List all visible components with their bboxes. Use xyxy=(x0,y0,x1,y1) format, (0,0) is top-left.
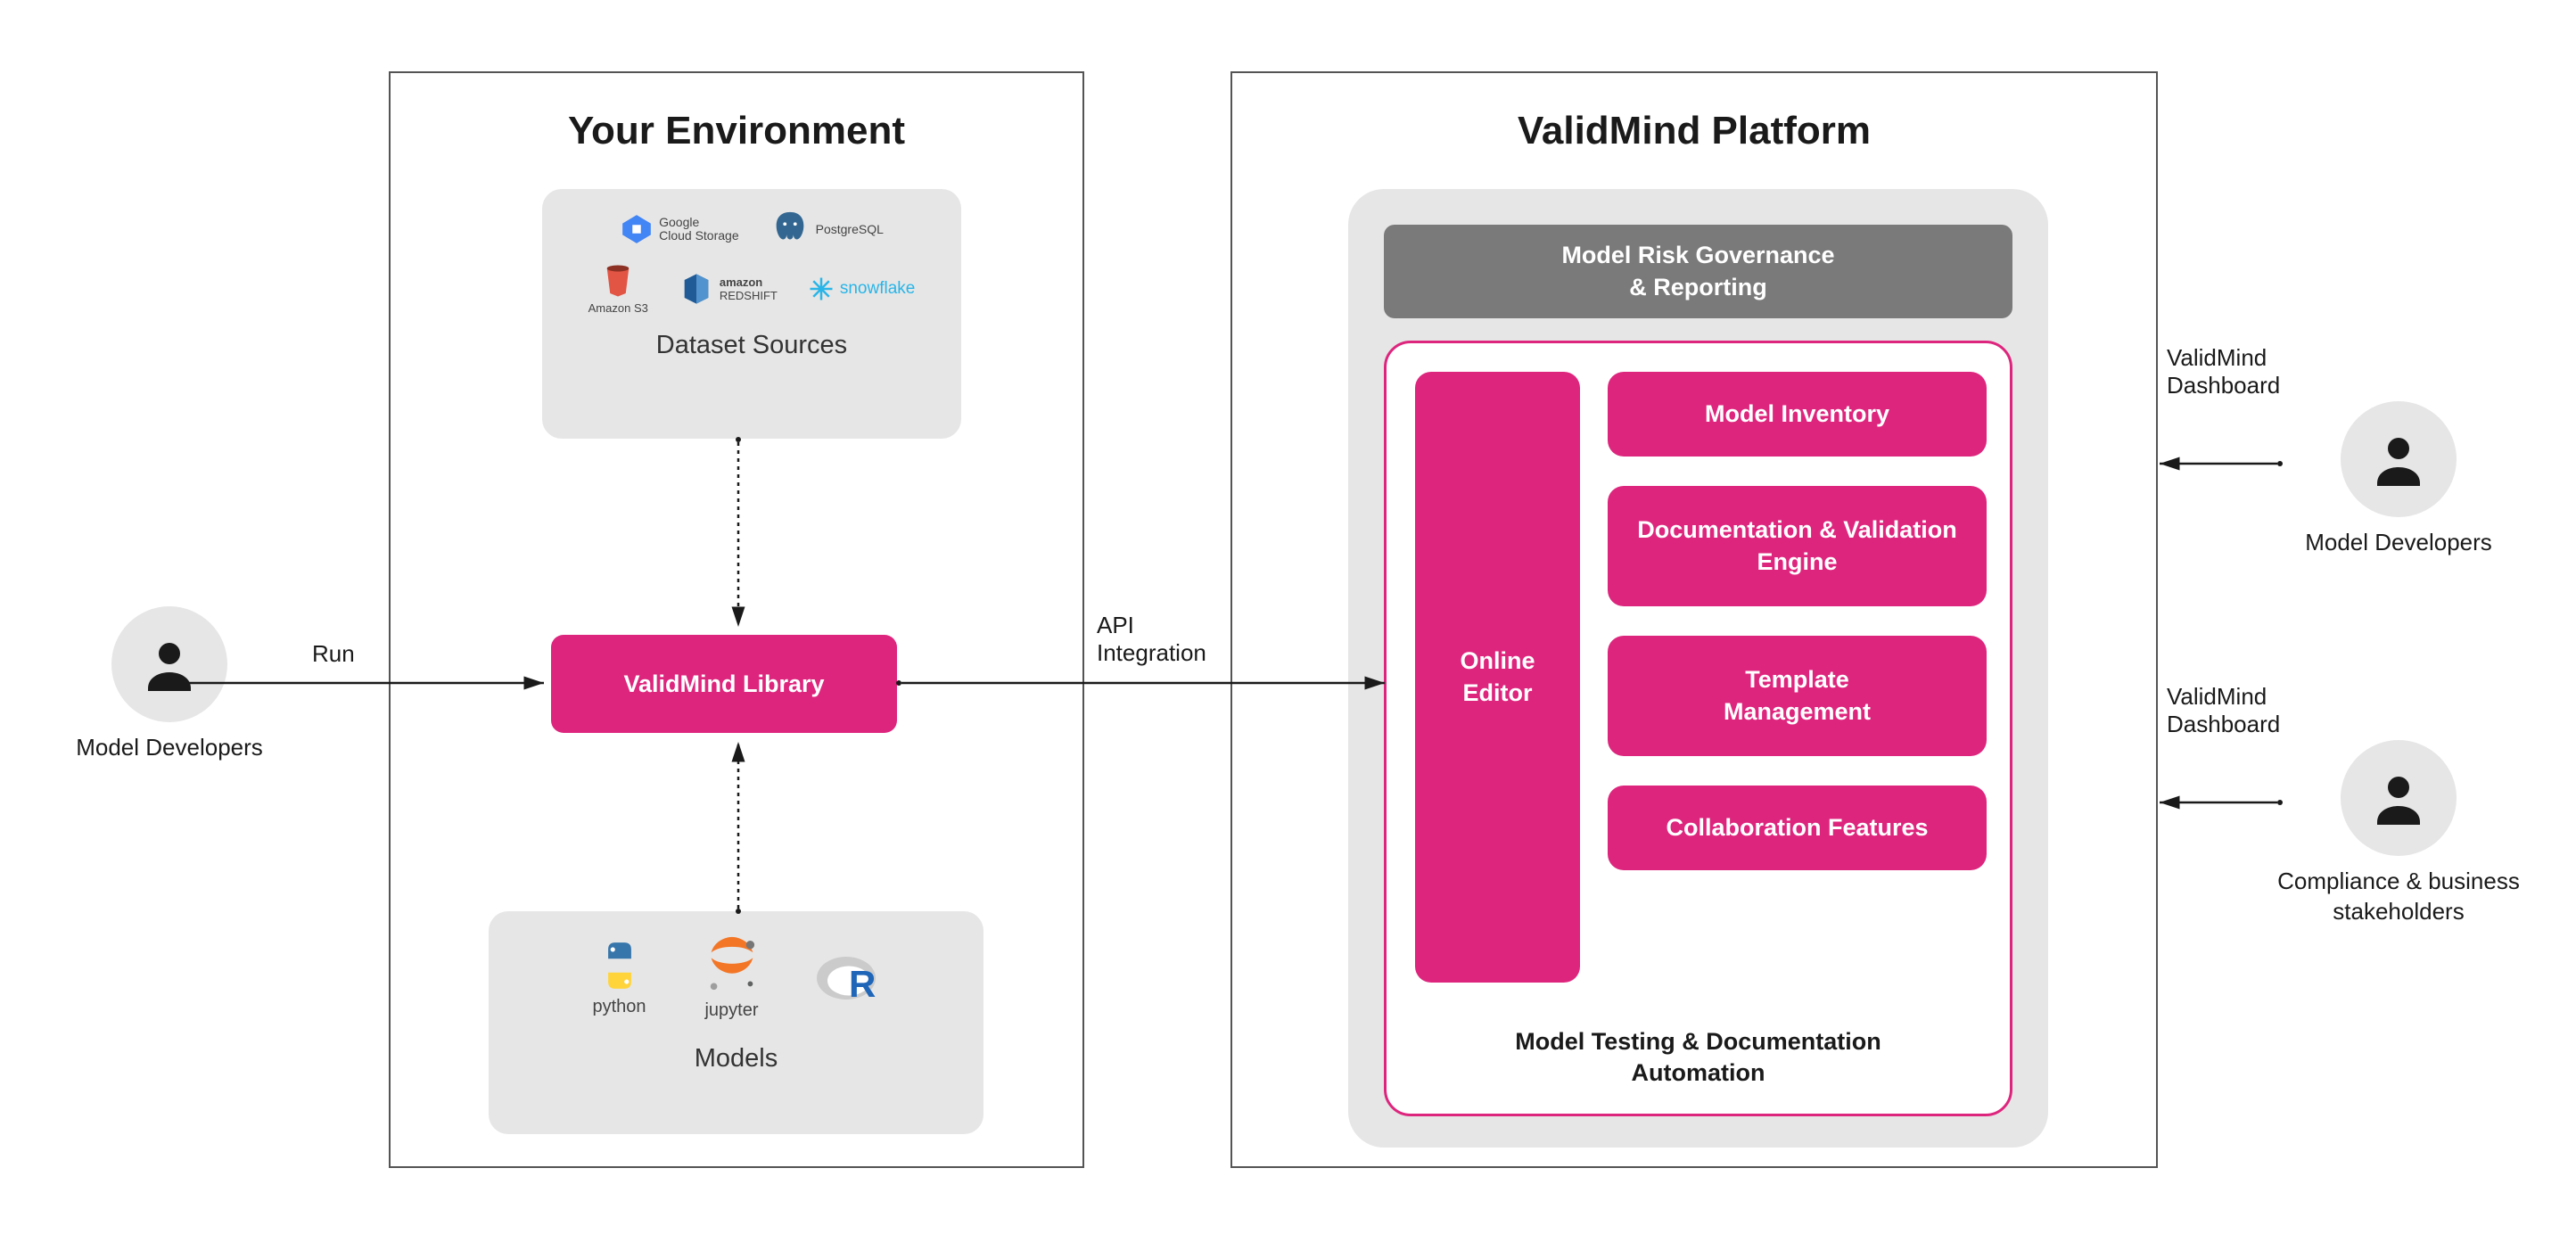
persona-model-developers-right: Model Developers xyxy=(2265,401,2532,558)
python-logo-icon: python xyxy=(592,938,647,1017)
redshift-logo-icon: amazonREDSHIFT xyxy=(679,271,778,307)
feature-template-mgmt: Template Management xyxy=(1608,636,1987,756)
automation-box: Online Editor Model Inventory Documentat… xyxy=(1384,341,2012,1116)
r-logo-icon: R xyxy=(817,951,881,1005)
persona-label: Model Developers xyxy=(2265,528,2532,558)
feature-label: Model Inventory xyxy=(1705,399,1889,430)
online-editor-label: Online Editor xyxy=(1460,646,1535,708)
governance-box: Model Risk Governance & Reporting xyxy=(1384,225,2012,318)
models-box: python jupyter R Models xyxy=(489,911,983,1134)
svg-text:R: R xyxy=(849,963,876,1005)
api-label: API Integration xyxy=(1097,612,1206,667)
persona-label: Compliance & business stakeholders xyxy=(2238,867,2559,927)
arrow-models-to-lib xyxy=(729,731,747,914)
models-title: Models xyxy=(506,1044,966,1074)
arrow-dashboard-bottom xyxy=(2149,794,2283,811)
feature-doc-validation: Documentation & Validation Engine xyxy=(1608,486,1987,606)
feature-label: Collaboration Features xyxy=(1666,812,1928,843)
postgresql-logo-icon: PostgreSQL xyxy=(770,209,884,250)
arrow-dashboard-top xyxy=(2149,455,2283,473)
user-icon xyxy=(2341,740,2457,856)
feature-label: Documentation & Validation Engine xyxy=(1637,514,1957,577)
validmind-library-label: ValidMind Library xyxy=(623,670,824,698)
arrow-datasets-to-lib xyxy=(729,437,747,638)
run-label: Run xyxy=(312,640,355,668)
feature-model-inventory: Model Inventory xyxy=(1608,372,1987,457)
feature-collaboration: Collaboration Features xyxy=(1608,786,1987,870)
dataset-sources-box: GoogleCloud Storage PostgreSQL Amazon S3… xyxy=(542,189,961,439)
snowflake-logo-icon: snowflake xyxy=(808,276,916,302)
validmind-platform-panel: ValidMind Platform Model Risk Governance… xyxy=(1230,71,2158,1168)
feature-label: Template Management xyxy=(1724,664,1871,727)
arrow-run xyxy=(178,674,553,692)
dashboard-label-top: ValidMind Dashboard xyxy=(2167,344,2280,399)
user-icon xyxy=(111,606,227,722)
dashboard-label-bottom: ValidMind Dashboard xyxy=(2167,683,2280,738)
governance-label: Model Risk Governance & Reporting xyxy=(1561,240,1834,302)
automation-title: Model Testing & Documentation Automation xyxy=(1387,1026,2010,1089)
user-icon xyxy=(2341,401,2457,517)
platform-container: Model Risk Governance & Reporting Online… xyxy=(1348,189,2048,1148)
validmind-platform-title: ValidMind Platform xyxy=(1232,109,2156,153)
dataset-sources-title: Dataset Sources xyxy=(560,331,943,360)
your-environment-title: Your Environment xyxy=(391,109,1082,153)
amazon-s3-logo-icon: Amazon S3 xyxy=(588,262,648,315)
gcs-logo-icon: GoogleCloud Storage xyxy=(620,212,739,246)
persona-compliance-stakeholders: Compliance & business stakeholders xyxy=(2238,740,2559,927)
validmind-library-box: ValidMind Library xyxy=(551,635,897,733)
jupyter-logo-icon: jupyter xyxy=(701,934,763,1021)
arrow-api xyxy=(896,674,1395,692)
persona-label: Model Developers xyxy=(53,733,285,763)
online-editor-box: Online Editor xyxy=(1415,372,1580,983)
